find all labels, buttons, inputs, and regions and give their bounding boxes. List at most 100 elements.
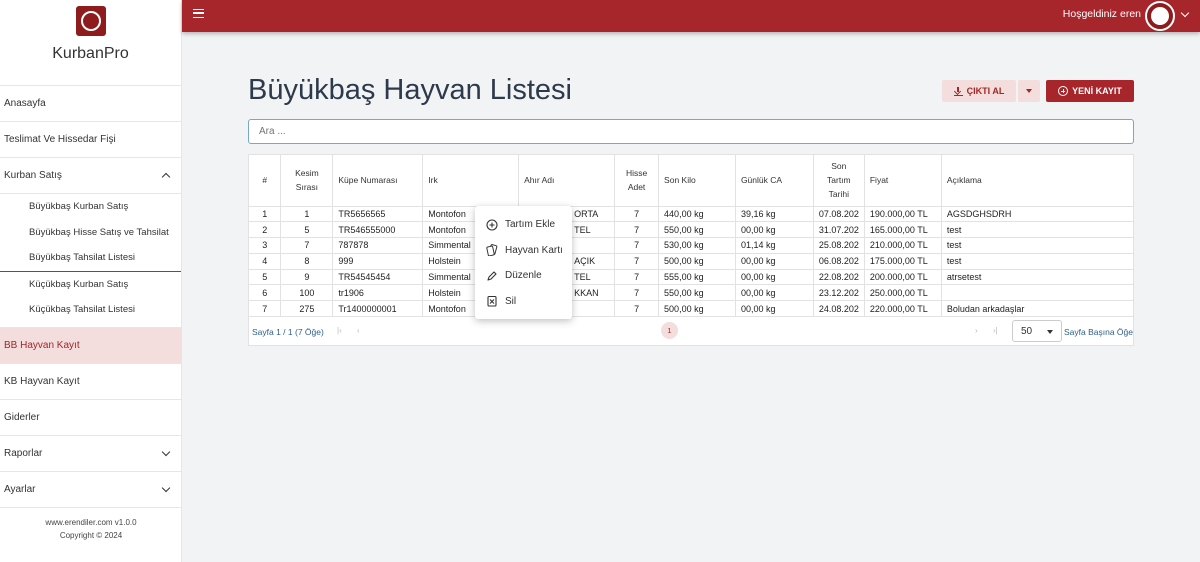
table-cell: TR546555000 <box>332 221 424 239</box>
new-record-label: YENİ KAYIT <box>1072 86 1122 96</box>
sidebar-item-ayarlar[interactable]: Ayarlar <box>0 472 181 508</box>
table-cell: 7 <box>249 300 282 318</box>
table-cell: 06.08.202 <box>813 253 865 270</box>
download-icon <box>953 86 963 96</box>
footer-version: www.erendiler.com v1.0.0 <box>45 518 137 527</box>
sidebar-subitem-kucukbas-kurban-satis[interactable]: Küçükbaş Kurban Satış <box>0 272 181 298</box>
column-header[interactable]: Hisse Adet <box>614 155 660 207</box>
app-logo[interactable] <box>75 6 106 36</box>
table-row[interactable]: 4 8 999 Holstein AÇIK 7 500,00 kg 00,00 kg 06.08… <box>249 253 1134 270</box>
table-cell: AGSDGHSDRH <box>941 206 1134 223</box>
sidebar-item-raporlar[interactable]: Raporlar <box>0 436 181 472</box>
table-cell: 5 <box>249 269 282 286</box>
page-number-button[interactable]: 1 <box>661 322 678 339</box>
pencil-icon <box>486 270 498 282</box>
avatar[interactable] <box>1145 1 1175 31</box>
sidebar-subitem-kucukbas-tahsilat[interactable]: Küçükbaş Tahsilat Listesi <box>0 297 181 323</box>
next-page-icon[interactable]: › <box>975 326 978 335</box>
table-row[interactable]: 3 7 787878 Simmental 7 530,00 kg 01,14 kg 25.08… <box>249 237 1134 254</box>
table-cell: 2 <box>249 221 282 239</box>
cards-icon <box>486 244 498 257</box>
row-context-menu: Tartım Ekle Hayvan Kartı Düzenle Sil <box>475 206 572 319</box>
column-header[interactable]: Fiyat <box>864 155 942 207</box>
first-page-icon[interactable]: |‹ <box>337 326 342 335</box>
chevron-up-icon <box>161 172 171 182</box>
sidebar-subitem-buyukbas-kurban-satis[interactable]: Büyükbaş Kurban Satış <box>0 194 181 220</box>
table-body: 1 1 TR5656565 Montofon ORTA 7 440,00 kg 39,16 k… <box>249 206 1134 318</box>
sidebar-item-kb-hayvan-kayit[interactable]: KB Hayvan Kayıt <box>0 364 181 400</box>
sidebar-subitem-buyukbas-tahsilat[interactable]: Büyükbaş Tahsilat Listesi <box>0 245 181 271</box>
table-cell: Boludan arkadaşlar <box>941 300 1134 318</box>
table-cell: 100 <box>280 284 334 302</box>
column-header[interactable]: Açıklama <box>941 155 1134 207</box>
menu-item-tartim-ekle[interactable]: Tartım Ekle <box>475 212 572 238</box>
table-cell: 07.08.202 <box>813 206 865 223</box>
chevron-down-icon[interactable] <box>1180 8 1190 18</box>
topbar: Hoşgeldiniz eren <box>182 0 1200 32</box>
per-page-label: Sayfa Başına Öğe <box>1064 327 1133 337</box>
table-cell: 7 <box>614 284 660 302</box>
sidebar-item-teslimat[interactable]: Teslimat Ve Hissedar Fişi <box>0 122 181 158</box>
caret-down-icon <box>1047 330 1053 334</box>
per-page-select[interactable]: 50 <box>1012 320 1062 342</box>
pager: Sayfa 1 / 1 (7 Öğe) |‹ ‹ 1 › ›| 50 Sayfa… <box>249 319 1135 345</box>
brand-name: KurbanPro <box>52 45 129 62</box>
table-row[interactable]: 2 5 TR546555000 Montofon TEL 7 550,00 kg 00,00 … <box>249 221 1134 239</box>
table-cell: 6 <box>249 284 282 302</box>
column-header[interactable]: Irk <box>422 155 520 207</box>
sidebar-item-bb-hayvan-kayit[interactable]: BB Hayvan Kayıt <box>0 327 181 364</box>
pager-info: Sayfa 1 / 1 (7 Öğe) <box>252 327 324 337</box>
sidebar-item-anasayfa[interactable]: Anasayfa <box>0 86 181 122</box>
column-header[interactable]: # <box>249 155 282 207</box>
export-dropdown-button[interactable] <box>1018 80 1040 102</box>
menu-item-sil[interactable]: Sil <box>475 289 572 315</box>
table-cell: 530,00 kg <box>658 237 736 254</box>
search-input[interactable] <box>248 119 1134 144</box>
welcome-text: Hoşgeldiniz eren <box>1062 8 1141 20</box>
footer-copyright: Copyright © 2024 <box>59 531 123 540</box>
export-button[interactable]: ÇIKTI AL <box>942 80 1016 102</box>
column-header[interactable]: Son Tartım Tarihi <box>813 155 865 207</box>
table-cell: 165.000,00 TL <box>864 221 942 239</box>
prev-page-icon[interactable]: ‹ <box>357 326 360 335</box>
table-row[interactable]: 5 9 TR54545454 Simmental TEL 7 555,00 kg 00,00 … <box>249 269 1134 286</box>
sidebar-item-label: Giderler <box>4 411 40 423</box>
sidebar-footer: www.erendiler.com v1.0.0 Copyright © 202… <box>0 516 182 542</box>
sidebar-item-giderler[interactable]: Giderler <box>0 400 181 436</box>
column-header[interactable]: Ahır Adı <box>518 155 616 207</box>
table-cell: 175.000,00 TL <box>864 253 942 270</box>
caret-down-icon <box>1026 89 1032 93</box>
table-cell: 22.08.202 <box>813 269 865 286</box>
table-cell: 7 <box>614 221 660 239</box>
table-cell: 787878 <box>332 237 424 254</box>
menu-toggle-icon[interactable] <box>193 9 204 18</box>
animal-table: # Kesim Sırası Küpe Numarası Irk Ahır Ad… <box>249 155 1134 318</box>
new-record-button[interactable]: YENİ KAYIT <box>1046 80 1134 102</box>
sidebar-item-label: Ayarlar <box>4 483 36 495</box>
column-header[interactable]: Günlük CA <box>735 155 814 207</box>
sidebar-subitem-buyukbas-hisse-satis[interactable]: Büyükbaş Hisse Satış ve Tahsilat <box>0 220 181 246</box>
table-cell: 1 <box>280 206 334 223</box>
table-cell: 220.000,00 TL <box>864 300 942 318</box>
table-cell: 00,00 kg <box>735 300 814 318</box>
table-row[interactable]: 1 1 TR5656565 Montofon ORTA 7 440,00 kg 39,16 k… <box>249 206 1134 223</box>
column-header[interactable]: Son Kilo <box>658 155 736 207</box>
table-row[interactable]: 6 100 tr1906 Holstein KKAN 7 550,00 kg 00,00 kg… <box>249 284 1134 302</box>
sidebar-item-kurban-satis[interactable]: Kurban Satış <box>0 158 181 194</box>
table-cell: 550,00 kg <box>658 221 736 239</box>
table-cell: 999 <box>332 253 424 270</box>
table-cell: TR54545454 <box>332 269 424 286</box>
menu-item-duzenle[interactable]: Düzenle <box>475 263 572 289</box>
table-row[interactable]: 7 275 Tr1400000001 Montofon 7 500,00 kg 00,00 … <box>249 300 1134 318</box>
column-header[interactable]: Küpe Numarası <box>332 155 424 207</box>
table-cell: 200.000,00 TL <box>864 269 942 286</box>
menu-item-label: Sil <box>505 295 517 307</box>
last-page-icon[interactable]: ›| <box>993 326 998 335</box>
table-cell: 9 <box>280 269 334 286</box>
kurban-satis-submenu: Büyükbaş Kurban Satış Büyükbaş Hisse Sat… <box>0 194 181 328</box>
table-cell: 7 <box>280 237 334 254</box>
sidebar-header: KurbanPro <box>0 6 181 86</box>
sidebar: KurbanPro Anasayfa Teslimat Ve Hissedar … <box>0 0 182 562</box>
column-header[interactable]: Kesim Sırası <box>280 155 334 207</box>
menu-item-hayvan-karti[interactable]: Hayvan Kartı <box>475 238 572 264</box>
